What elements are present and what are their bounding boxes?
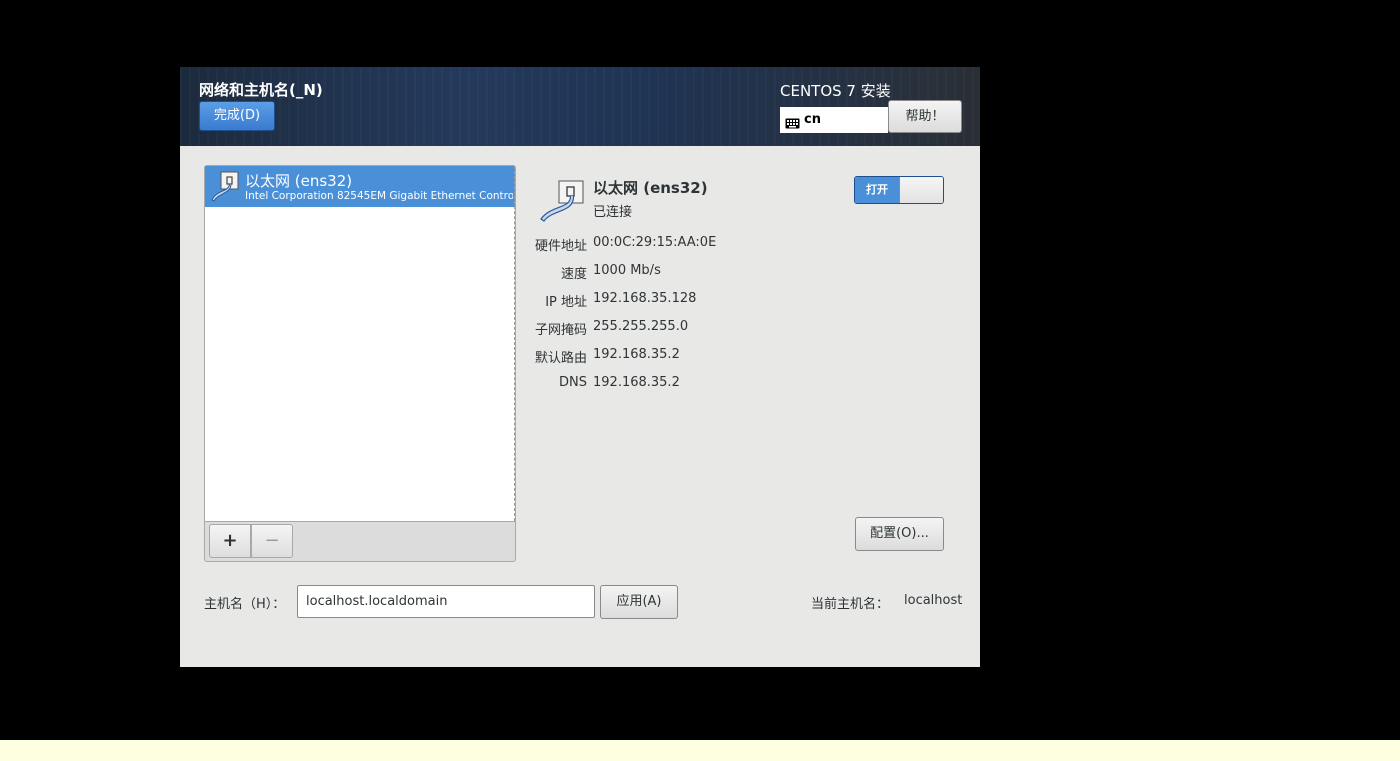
device-list: 以太网 (ens32) Intel Corporation 82545EM Gi… bbox=[205, 166, 515, 522]
done-button[interactable]: 完成(D) bbox=[199, 101, 275, 131]
device-detail-name: 以太网 (ens32) bbox=[593, 179, 708, 197]
default-route-value: 192.168.35.2 bbox=[593, 347, 680, 362]
remove-device-button[interactable]: − bbox=[251, 524, 293, 558]
device-list-item-name: 以太网 (ens32) bbox=[245, 172, 353, 190]
speed-value: 1000 Mb/s bbox=[593, 263, 661, 278]
bottom-notification-strip bbox=[0, 740, 1400, 761]
subnet-mask-value: 255.255.255.0 bbox=[593, 319, 689, 334]
keyboard-icon bbox=[785, 114, 800, 133]
hardware-address-label: 硬件地址 bbox=[534, 239, 587, 254]
speed-label: 速度 bbox=[560, 267, 587, 282]
subnet-mask-label: 子网掩码 bbox=[534, 323, 587, 338]
spoke-header: 网络和主机名(_N) 完成(D) CENTOS 7 安装 cn 帮助！ bbox=[180, 67, 980, 146]
hardware-address-value: 00:0C:29:15:AA:0E bbox=[593, 235, 717, 250]
device-list-panel: 以太网 (ens32) Intel Corporation 82545EM Gi… bbox=[204, 165, 516, 562]
current-hostname-value: localhost bbox=[904, 593, 963, 608]
dns-value: 192.168.35.2 bbox=[593, 375, 680, 390]
hostname-label: 主机名（H）： bbox=[204, 597, 286, 612]
help-button[interactable]: 帮助！ bbox=[888, 100, 962, 133]
default-route-label: 默认路由 bbox=[534, 351, 587, 366]
device-list-scrollbar[interactable] bbox=[514, 166, 515, 521]
apply-hostname-button[interactable]: 应用(A) bbox=[600, 585, 678, 619]
current-hostname-label: 当前主机名： bbox=[811, 597, 890, 612]
device-list-item[interactable]: 以太网 (ens32) Intel Corporation 82545EM Gi… bbox=[205, 166, 515, 207]
switch-on-label: 打开 bbox=[855, 177, 899, 203]
dns-label: DNS bbox=[559, 375, 587, 390]
ip-address-value: 192.168.35.128 bbox=[593, 291, 697, 306]
wired-network-icon bbox=[539, 179, 589, 229]
device-list-item-description: Intel Corporation 82545EM Gigabit Ethern… bbox=[245, 190, 513, 202]
switch-knob bbox=[899, 177, 943, 203]
product-title: CENTOS 7 安装 bbox=[780, 82, 891, 100]
wired-network-icon bbox=[208, 170, 242, 208]
device-connection-status: 已连接 bbox=[593, 205, 633, 220]
keyboard-layout-indicator[interactable]: cn bbox=[780, 107, 888, 133]
hostname-input[interactable] bbox=[297, 585, 595, 618]
ip-address-label: IP 地址 bbox=[545, 295, 587, 310]
device-power-switch[interactable]: 打开 bbox=[854, 176, 944, 204]
keyboard-layout-label: cn bbox=[804, 112, 821, 127]
installer-window: 网络和主机名(_N) 完成(D) CENTOS 7 安装 cn 帮助！ 以太网 … bbox=[180, 67, 980, 667]
spoke-title: 网络和主机名(_N) bbox=[199, 81, 323, 99]
add-device-button[interactable]: + bbox=[209, 524, 251, 558]
configure-button[interactable]: 配置(O)... bbox=[855, 517, 944, 551]
